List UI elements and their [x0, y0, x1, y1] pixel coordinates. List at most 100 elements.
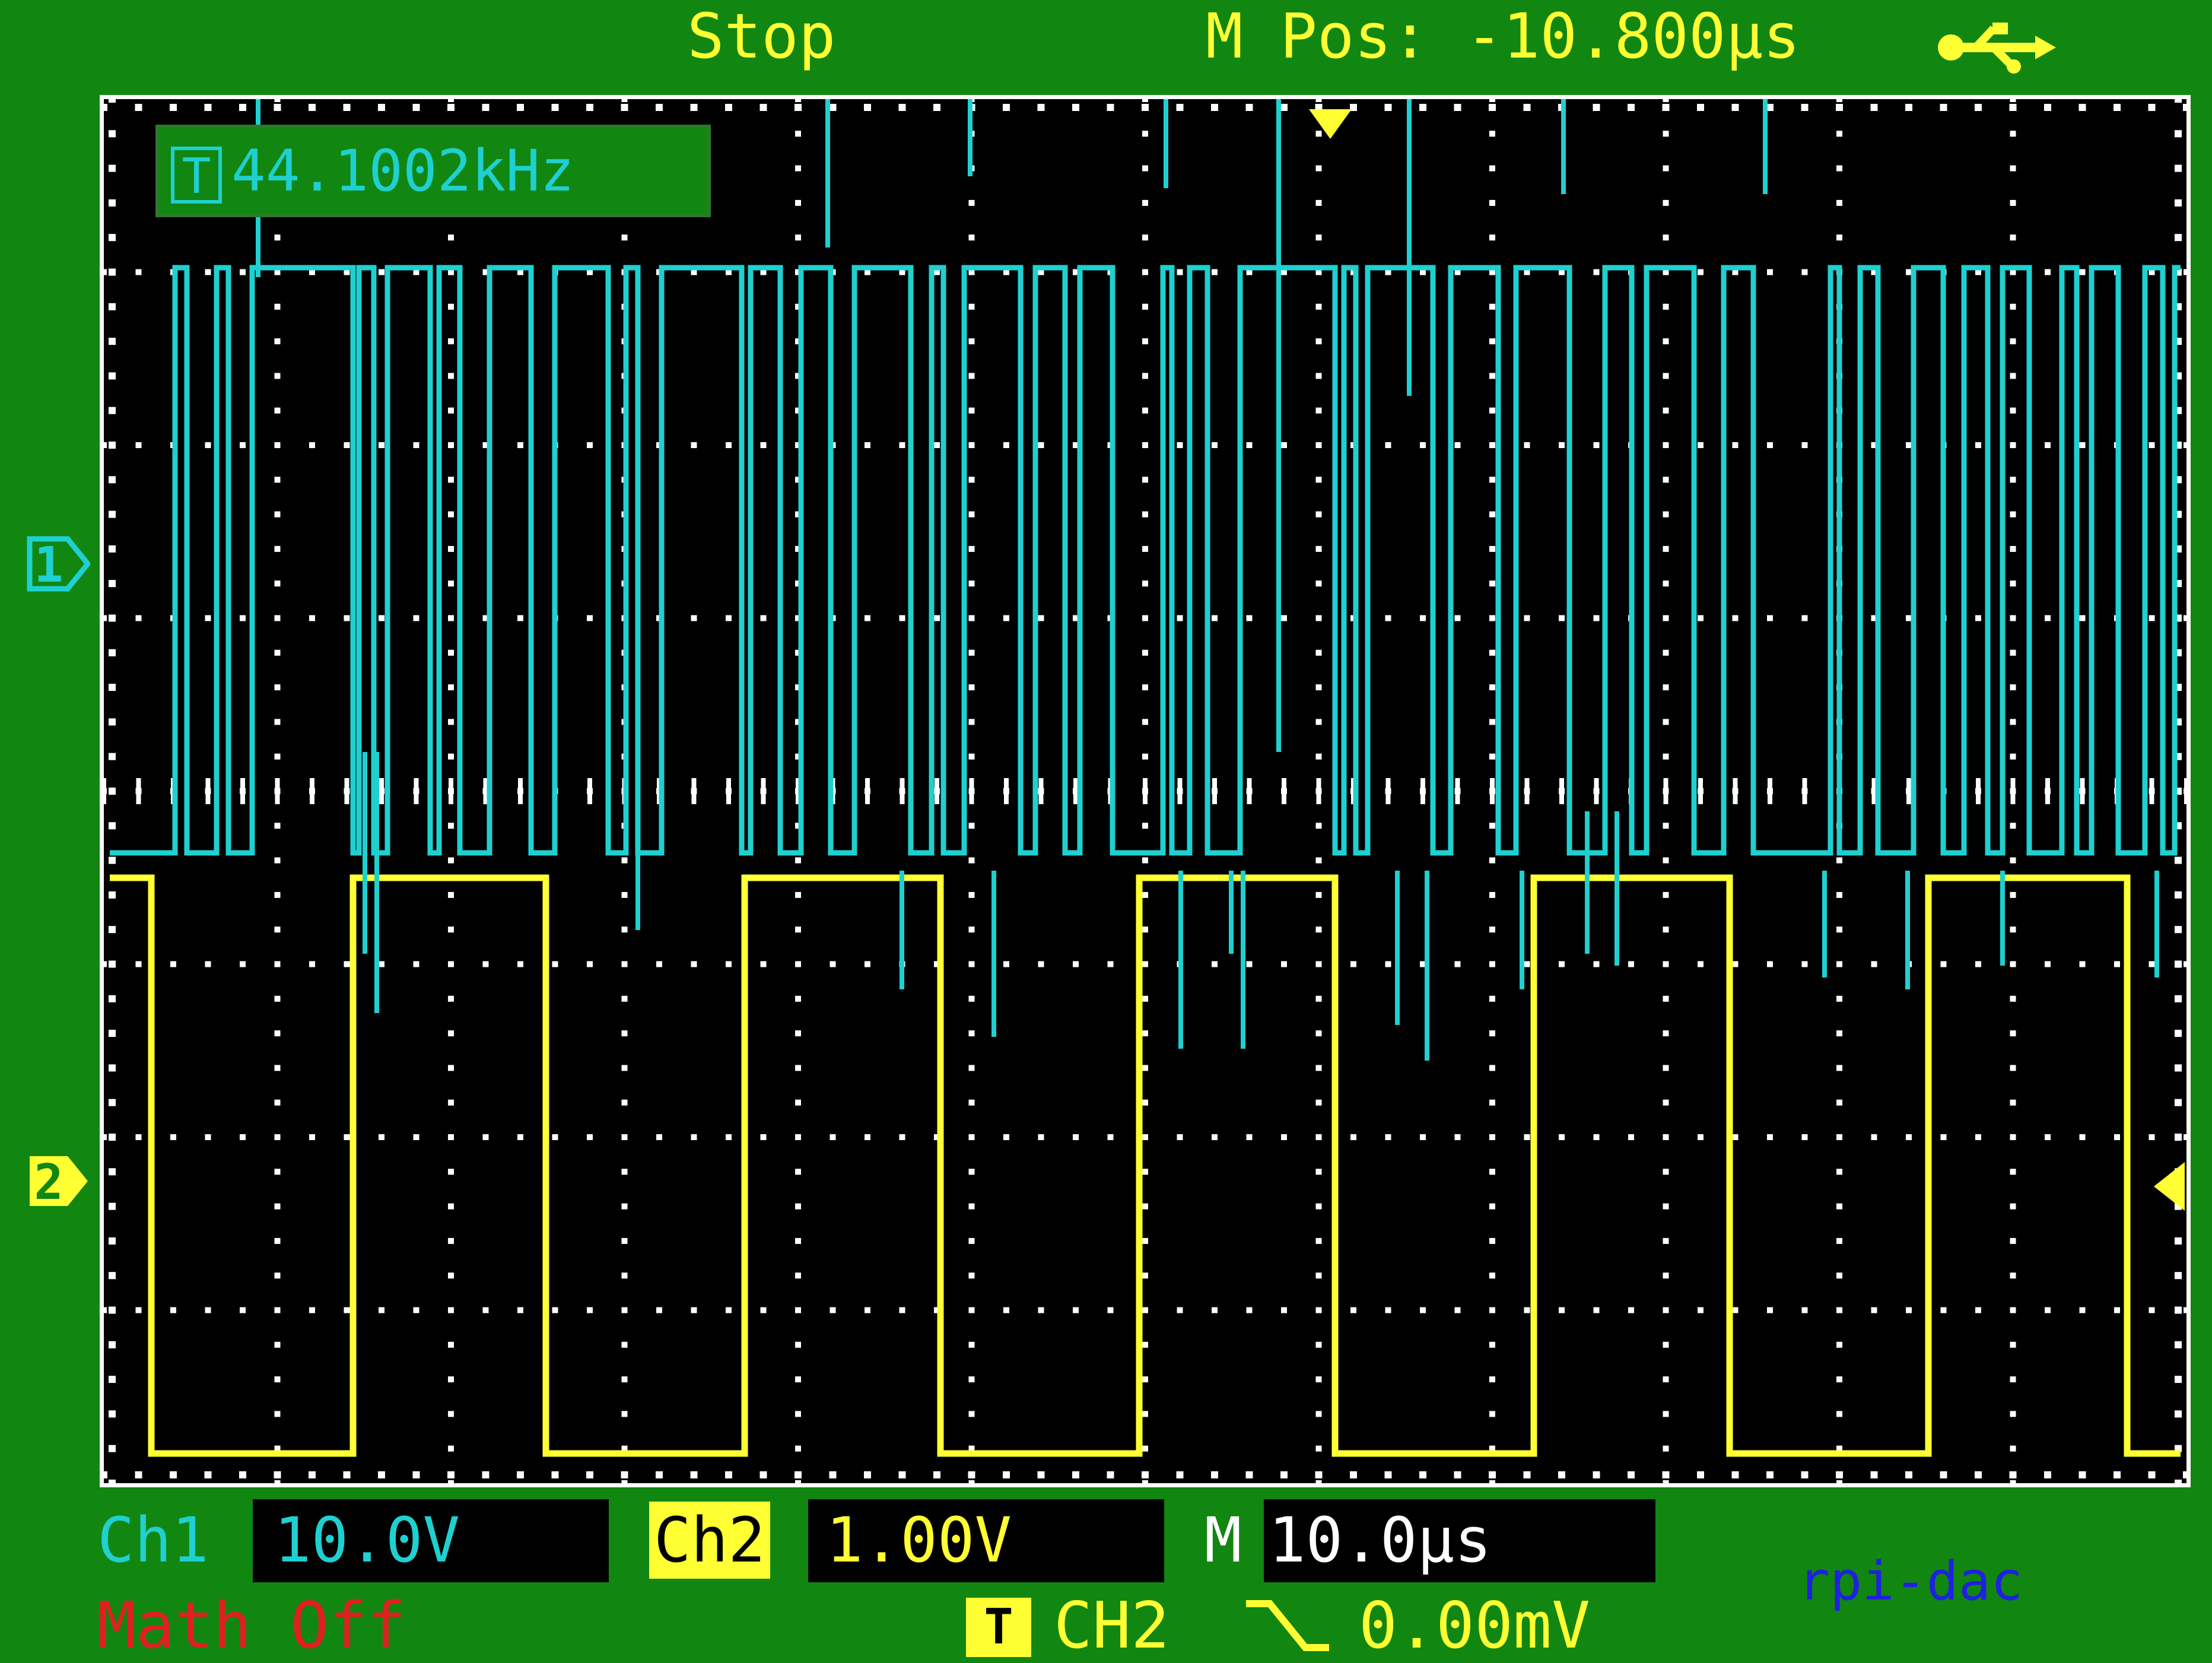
grid-dot: [1663, 199, 1669, 206]
grid-dot: [2175, 960, 2182, 968]
grid-dot: [2045, 961, 2051, 967]
grid-dot: [2114, 1307, 2120, 1313]
grid-dot: [1489, 1272, 1495, 1279]
waveform-display[interactable]: [100, 95, 2191, 1487]
grid-dot: [448, 753, 454, 760]
grid-dot: [2149, 961, 2155, 967]
grid-dot: [1212, 269, 1218, 275]
grid-dot: [656, 104, 663, 111]
grid-dot: [274, 1341, 281, 1348]
grid-dot: [760, 1307, 767, 1313]
grid-dot: [1142, 1099, 1148, 1106]
grid-dot: [1767, 1307, 1773, 1313]
trigger-level-marker[interactable]: [2151, 1160, 2187, 1215]
grid-dot: [968, 649, 975, 656]
grid-dot: [2078, 104, 2086, 111]
grid-dot: [1489, 580, 1495, 587]
grid-dot: [2175, 1099, 2182, 1106]
grid-dot: [205, 615, 211, 621]
grid-dot: [1142, 684, 1148, 691]
grid-tick: [518, 778, 523, 804]
grid-dot: [2010, 511, 2016, 518]
grid-dot: [795, 1030, 801, 1037]
grid-tick: [935, 778, 939, 804]
grid-dot: [379, 269, 384, 275]
grid-dot: [205, 1307, 211, 1313]
grid-dot: [2010, 199, 2016, 206]
grid-dot: [899, 442, 905, 448]
grid-tick: [1733, 778, 1738, 804]
grid-dot: [274, 1203, 281, 1210]
grid-dot: [1454, 615, 1461, 621]
grid-dot: [2079, 615, 2086, 621]
grid-dot: [1524, 1134, 1530, 1140]
trigger-frequency-icon: T: [171, 146, 222, 204]
grid-dot: [344, 1307, 350, 1313]
grid-dot: [1315, 615, 1322, 621]
trigger-position-marker[interactable]: [1307, 107, 1354, 145]
grid-dot: [968, 1411, 975, 1417]
grid-dot: [621, 1480, 628, 1483]
grid-dot: [691, 615, 697, 621]
grid-dot: [170, 1471, 177, 1478]
grid-dot: [1315, 926, 1322, 933]
grid-tick: [1143, 778, 1148, 804]
grid-dot: [2149, 1307, 2155, 1313]
grid-dot: [109, 510, 116, 518]
grid-dot: [1732, 961, 1739, 967]
grid-dot: [1836, 1272, 1842, 1279]
grid-dot: [204, 1471, 212, 1478]
grid-dot: [830, 1307, 836, 1313]
grid-dot: [1732, 442, 1739, 448]
grid-dot: [1801, 1134, 1808, 1140]
grid-dot: [691, 1134, 697, 1140]
ch2-ground-marker[interactable]: 2: [26, 1149, 90, 1213]
grid-dot: [1489, 857, 1495, 864]
grid-dot: [1489, 1237, 1495, 1244]
grid-dot: [1281, 1307, 1287, 1313]
grid-dot: [1489, 165, 1495, 172]
timebase-value: 10.0µs: [1264, 1499, 1655, 1582]
grid-dot: [1038, 615, 1044, 621]
grid-dot: [2079, 442, 2086, 448]
grid-dot: [934, 615, 940, 621]
grid-dot: [864, 104, 871, 111]
grid-dot: [1420, 442, 1426, 448]
grid-dot: [2010, 1411, 2016, 1417]
ch1-label[interactable]: Ch1: [97, 1499, 209, 1581]
grid-dot: [1350, 961, 1356, 967]
grid-dot: [1315, 1030, 1322, 1037]
grid-dot: [1836, 1471, 1843, 1478]
grid-dot: [2175, 234, 2182, 242]
grid-dot: [1280, 1471, 1288, 1478]
grid-tick: [761, 778, 766, 804]
grid-dot: [1836, 961, 1842, 967]
grid-dot: [795, 1411, 801, 1417]
grid-tick: [344, 778, 349, 804]
grid-tick: [1559, 778, 1564, 804]
grid-dot: [205, 442, 211, 448]
grid-dot: [343, 1471, 351, 1478]
grid-dot: [865, 442, 870, 448]
grid-dot: [552, 1307, 558, 1313]
grid-dot: [1384, 1471, 1392, 1478]
grid-dot: [621, 995, 628, 1002]
grid-dot: [1315, 857, 1322, 864]
grid-dot: [899, 615, 905, 621]
grid-dot: [1836, 131, 1842, 137]
grid-dot: [1663, 1445, 1669, 1452]
ch2-label[interactable]: Ch2: [649, 1502, 770, 1579]
grid-dot: [1489, 1307, 1495, 1313]
grid-dot: [1142, 338, 1148, 345]
grid-dot: [621, 1376, 628, 1383]
grid-dot: [413, 442, 419, 448]
grid-dot: [1663, 1376, 1669, 1383]
trigger-icon: T: [966, 1598, 1031, 1657]
grid-dot: [240, 1307, 246, 1313]
grid-dot: [1107, 1307, 1114, 1313]
grid-dot: [968, 684, 975, 691]
grid-dot: [691, 1307, 697, 1313]
grid-dot: [968, 1099, 975, 1106]
ch1-ground-marker[interactable]: 1: [26, 532, 91, 596]
grid-dot: [1003, 1307, 1009, 1313]
